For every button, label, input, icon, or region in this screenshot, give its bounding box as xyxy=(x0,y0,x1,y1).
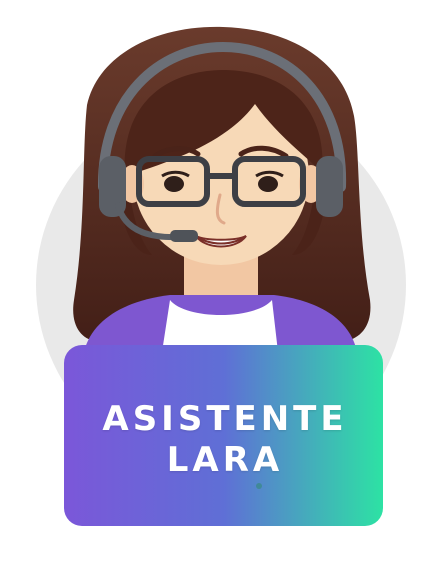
right-earcup xyxy=(316,156,343,217)
microphone xyxy=(170,230,198,242)
left-eye xyxy=(164,176,184,192)
assistant-name: LARA xyxy=(166,440,284,480)
app-canvas: ASISTENTE LARA xyxy=(0,0,442,564)
assistant-title: ASISTENTE xyxy=(102,399,348,439)
right-eye xyxy=(258,176,278,192)
